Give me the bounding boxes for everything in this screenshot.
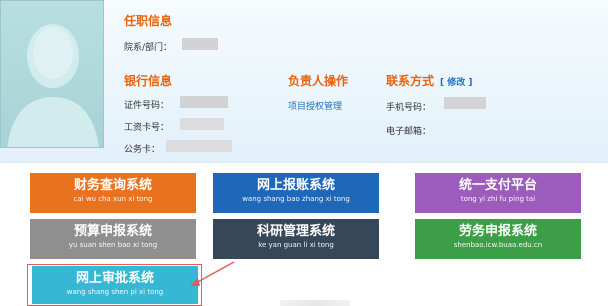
finance-query-system-button[interactable]: 财务查询系统 cai wu cha xun xi tong — [30, 173, 196, 213]
id-number-label: 证件号码： — [124, 101, 170, 111]
salary-card-label: 工资卡号： — [124, 123, 170, 133]
official-card-label: 公务卡： — [124, 145, 161, 155]
budget-declaration-system-pinyin: yu suan shen bao xi tong — [68, 241, 158, 249]
unified-payment-platform-button[interactable]: 统一支付平台 tong yi zhi fu ping tai — [415, 173, 581, 213]
labor-declaration-system-label: 劳务申报系统 — [458, 224, 537, 239]
avatar — [0, 0, 104, 148]
annotation-highlight-box — [27, 264, 202, 306]
avatar-silhouette-icon — [7, 24, 99, 147]
research-management-system-label: 科研管理系统 — [256, 224, 335, 239]
research-management-system-pinyin: ke yan guan li xi tong — [258, 241, 334, 249]
finance-query-system-pinyin: cai wu cha xun xi tong — [73, 195, 153, 203]
dept-label: 院系/部门： — [124, 43, 173, 53]
phone-redacted — [444, 97, 486, 109]
phone-label: 手机号码： — [386, 103, 432, 113]
research-management-system-button[interactable]: 科研管理系统 ke yan guan li xi tong — [213, 219, 379, 259]
labor-declaration-system-pinyin: shenbao.icw.buaa.edu.cn — [453, 241, 543, 249]
unified-payment-platform-label: 统一支付平台 — [458, 178, 537, 193]
unified-payment-platform-pinyin: tong yi zhi fu ping tai — [460, 195, 536, 203]
position-info-title: 任职信息 — [124, 14, 173, 28]
official-card-redacted — [166, 140, 232, 152]
online-reimbursement-system-button[interactable]: 网上报账系统 wang shang bao zhang xi tong — [213, 173, 379, 213]
footer-faint-text — [280, 300, 350, 306]
online-reimbursement-system-pinyin: wang shang bao zhang xi tong — [242, 195, 350, 203]
dept-value-redacted — [182, 38, 218, 50]
online-reimbursement-system-label: 网上报账系统 — [256, 178, 335, 193]
manager-ops-title: 负责人操作 — [288, 74, 349, 88]
budget-declaration-system-label: 预算申报系统 — [73, 224, 152, 239]
contact-info-title: 联系方式 — [386, 74, 435, 88]
salary-card-redacted — [180, 118, 224, 130]
labor-declaration-system-button[interactable]: 劳务申报系统 shenbao.icw.buaa.edu.cn — [415, 219, 581, 259]
budget-declaration-system-button[interactable]: 预算申报系统 yu suan shen bao xi tong — [30, 219, 196, 259]
profile-panel: 任职信息 院系/部门： 银行信息 证件号码： 工资卡号： 公务卡： 负责人操作 … — [0, 0, 608, 163]
id-number-redacted — [180, 96, 228, 108]
email-label: 电子邮箱： — [386, 127, 432, 137]
finance-query-system-label: 财务查询系统 — [73, 178, 152, 193]
edit-contact-link[interactable]: [ 修改 ] — [440, 75, 473, 88]
bank-info-title: 银行信息 — [124, 74, 173, 88]
project-authorization-link[interactable]: 项目授权管理 — [288, 99, 342, 112]
